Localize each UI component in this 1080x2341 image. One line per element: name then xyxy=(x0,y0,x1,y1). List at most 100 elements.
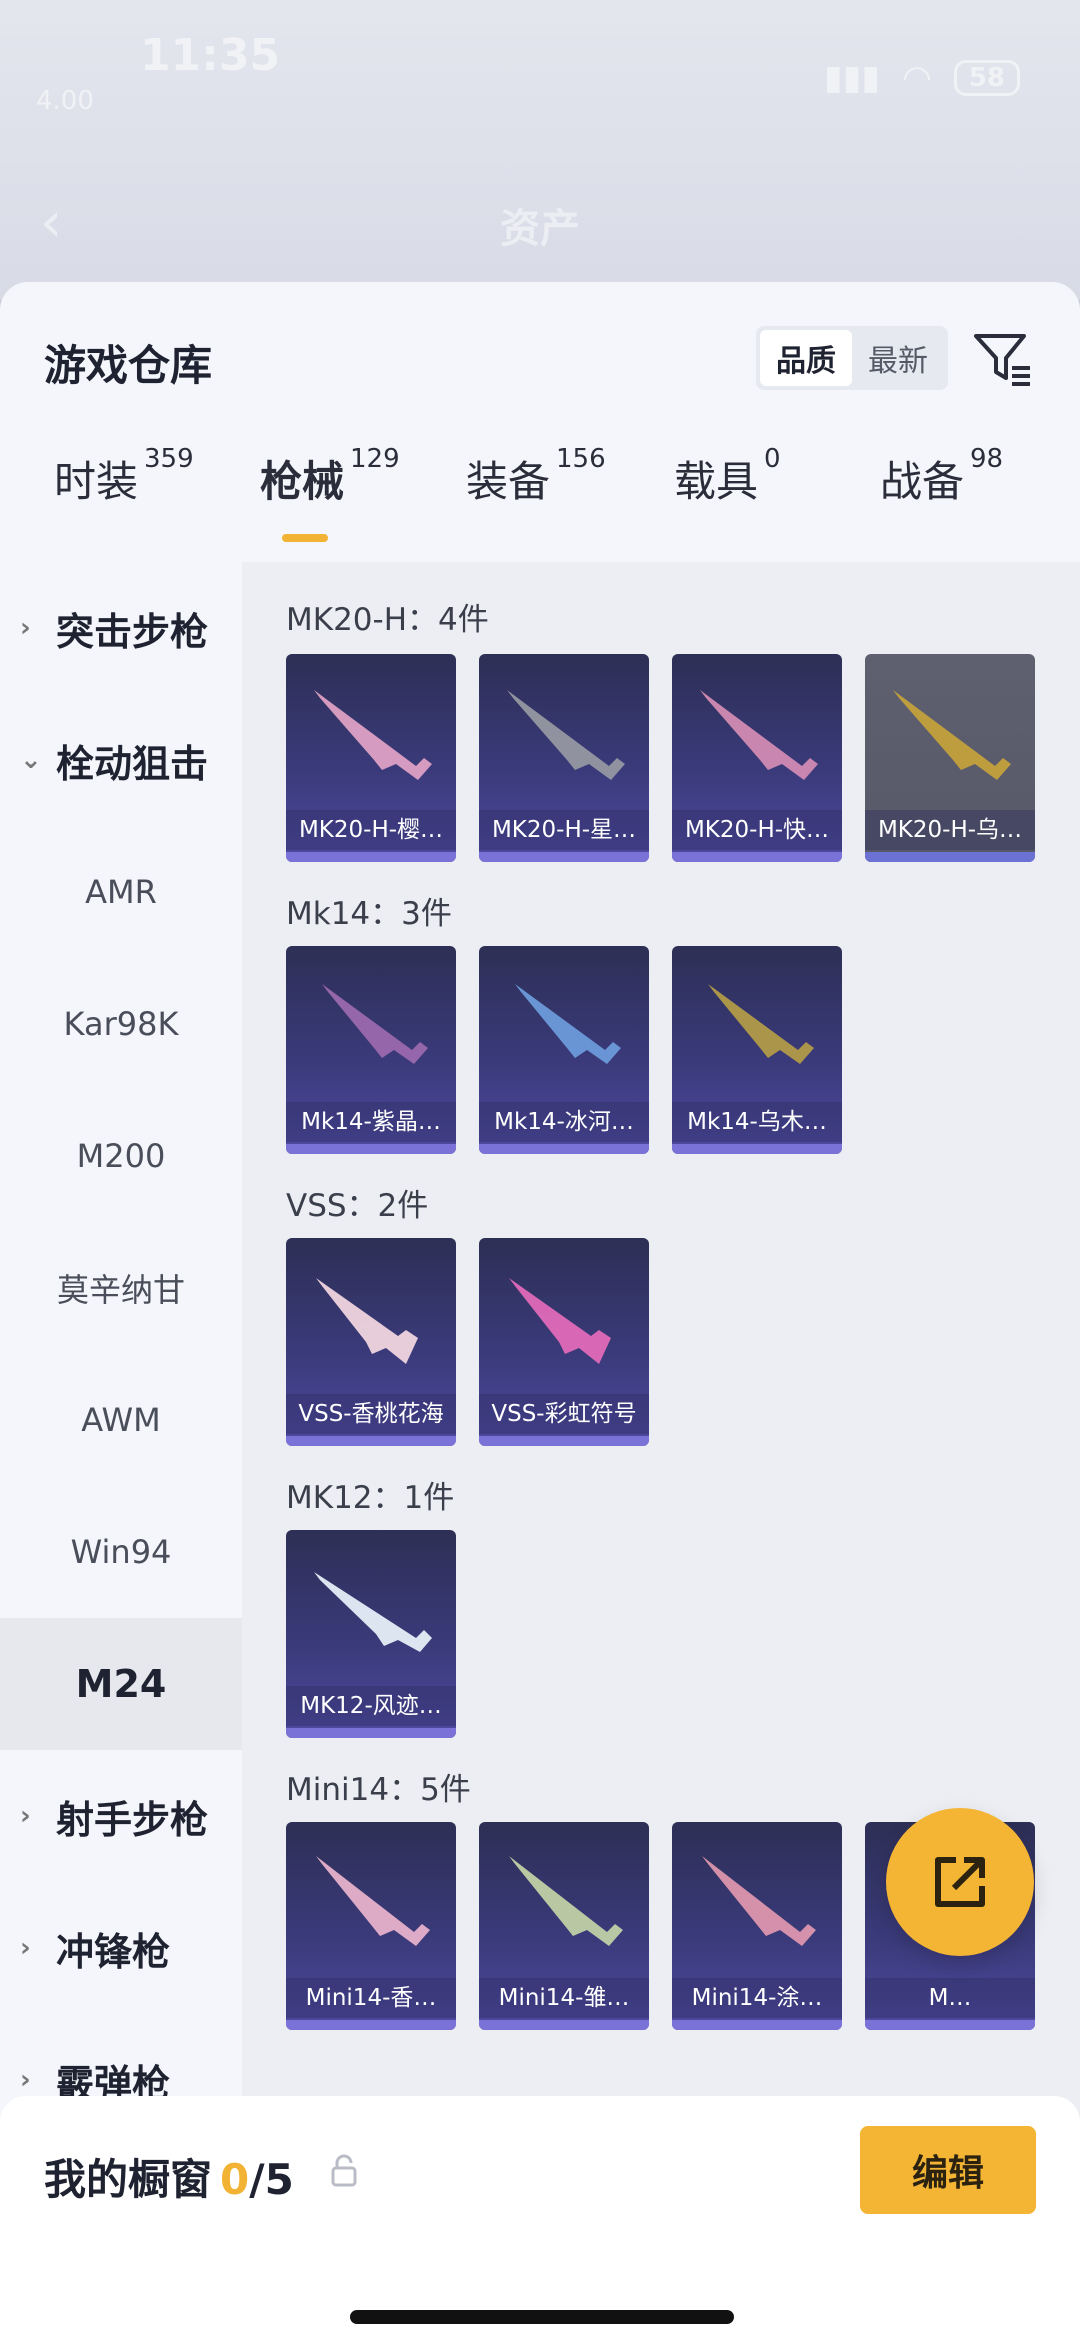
showcase-title: 我的橱窗 xyxy=(44,2155,213,2204)
sidebar-item-assault-rifles[interactable]: › 突击步枪 xyxy=(0,562,242,694)
rifle-icon xyxy=(316,1278,418,1364)
skin-card[interactable]: VSS-香桃花海 xyxy=(286,1238,456,1446)
sidebar-item-label: 冲锋枪 xyxy=(56,1929,171,1974)
rarity-bar xyxy=(865,852,1035,862)
sidebar-item-smg[interactable]: › 冲锋枪 xyxy=(0,1882,242,2014)
group-title: Mk14：3件 xyxy=(286,896,452,932)
filter-icon[interactable] xyxy=(970,326,1034,390)
rarity-bar xyxy=(672,2020,842,2030)
weapon-content: MK20-H：4件 MK20-H-樱… MK20-H-星… MK20-H-快… … xyxy=(242,562,1080,2341)
rarity-bar xyxy=(672,1144,842,1154)
tab-count: 156 xyxy=(556,444,606,474)
rifle-icon xyxy=(509,1856,623,1946)
rifle-icon xyxy=(700,690,818,780)
rifle-icon xyxy=(322,984,428,1064)
status-time: 11:35 xyxy=(140,30,281,81)
sidebar-item-awm[interactable]: AWM xyxy=(0,1354,242,1486)
skin-card[interactable]: Mk14-冰河… xyxy=(479,946,649,1154)
skin-card[interactable]: Mk14-乌木… xyxy=(672,946,842,1154)
skin-name: Mk14-冰河… xyxy=(479,1102,649,1142)
signal-icon: ▮▮▮ xyxy=(824,58,881,98)
chevron-right-icon: › xyxy=(20,1801,31,1831)
status-bar: 11:35 4.00 ▮▮▮ ◠ 58 xyxy=(0,0,1080,130)
warehouse-sheet: 游戏仓库 品质 最新 时装 359 枪械 129 装备 156 载具 0 战备 98 › 突… xyxy=(0,282,1080,2341)
tab-vehicles[interactable]: 载具 0 xyxy=(674,444,781,509)
tab-battle-prep[interactable]: 战备 98 xyxy=(880,444,1003,509)
rifle-icon xyxy=(507,690,625,780)
rarity-bar xyxy=(479,2020,649,2030)
skin-card[interactable]: Mini14-香… xyxy=(286,1822,456,2030)
skin-name: MK20-H-乌… xyxy=(865,810,1035,850)
weapon-sidebar: › 突击步枪 ⌄ 栓动狙击 AMR Kar98K M200 莫辛纳甘 AWM Win… xyxy=(0,562,242,2341)
skin-card[interactable]: Mk14-紫晶… xyxy=(286,946,456,1154)
tab-fashion[interactable]: 时装 359 xyxy=(54,444,194,509)
tab-label: 装备 xyxy=(466,457,551,506)
group-title: VSS：2件 xyxy=(286,1188,429,1224)
tab-equipment[interactable]: 装备 156 xyxy=(466,444,606,509)
sidebar-item-m200[interactable]: M200 xyxy=(0,1090,242,1222)
rifle-icon xyxy=(893,690,1011,780)
rarity-bar xyxy=(479,852,649,862)
skin-name: MK20-H-快… xyxy=(672,810,842,850)
skin-card[interactable]: MK20-H-快… xyxy=(672,654,842,862)
share-icon xyxy=(935,1857,985,1907)
rarity-bar xyxy=(479,1144,649,1154)
sidebar-item-m24[interactable]: M24 xyxy=(0,1618,242,1750)
skin-name: MK20-H-樱… xyxy=(286,810,456,850)
rifle-icon xyxy=(316,1856,430,1946)
rifle-icon xyxy=(515,984,621,1064)
showcase-current: 0 xyxy=(220,2155,250,2204)
tab-count: 0 xyxy=(764,444,781,474)
tab-guns[interactable]: 枪械 129 xyxy=(260,444,400,509)
skin-card[interactable]: Mini14-雏… xyxy=(479,1822,649,2030)
sidebar-item-label: 栓动狙击 xyxy=(56,741,209,786)
lock-icon xyxy=(331,2154,357,2187)
sidebar-item-marksman-rifles[interactable]: › 射手步枪 xyxy=(0,1750,242,1882)
sheet-header: 游戏仓库 品质 最新 xyxy=(0,282,1080,412)
sort-quality-button[interactable]: 品质 xyxy=(760,330,852,386)
skin-card[interactable]: MK20-H-乌… xyxy=(865,654,1035,862)
home-indicator xyxy=(350,2310,734,2324)
chevron-down-icon: ⌄ xyxy=(20,745,42,775)
share-button[interactable] xyxy=(886,1808,1034,1956)
skin-card[interactable]: VSS-彩虹符号 xyxy=(479,1238,649,1446)
rarity-bar xyxy=(672,852,842,862)
nav-title: 资产 xyxy=(500,206,580,252)
sidebar-item-win94[interactable]: Win94 xyxy=(0,1486,242,1618)
tab-label: 战备 xyxy=(880,457,965,506)
sheet-title: 游戏仓库 xyxy=(44,341,213,390)
skin-name: VSS-香桃花海 xyxy=(286,1394,456,1434)
rarity-bar xyxy=(286,1728,456,1738)
tab-label: 枪械 xyxy=(260,457,345,506)
rarity-bar xyxy=(479,1436,649,1446)
sidebar-item-mosin[interactable]: 莫辛纳甘 xyxy=(0,1222,242,1354)
sidebar-item-bolt-snipers[interactable]: ⌄ 栓动狙击 xyxy=(0,694,242,826)
edit-button[interactable]: 编辑 xyxy=(860,2126,1036,2214)
skin-name: Mini14-雏… xyxy=(479,1978,649,2018)
network-speed: 4.00 xyxy=(36,86,94,116)
rifle-icon xyxy=(314,690,432,780)
tab-count: 129 xyxy=(350,444,400,474)
sort-newest-button[interactable]: 最新 xyxy=(852,330,944,386)
top-nav: ‹ 资产 xyxy=(0,170,1080,280)
tab-label: 载具 xyxy=(674,457,759,506)
sidebar-item-amr[interactable]: AMR xyxy=(0,826,242,958)
group-title: Mini14：5件 xyxy=(286,1772,471,1808)
chevron-right-icon: › xyxy=(20,613,31,643)
skin-card[interactable]: MK12-风迹… xyxy=(286,1530,456,1738)
sidebar-item-kar98k[interactable]: Kar98K xyxy=(0,958,242,1090)
sort-toggle: 品质 最新 xyxy=(756,326,948,390)
skin-card[interactable]: Mini14-涂… xyxy=(672,1822,842,2030)
system-icons: ▮▮▮ ◠ 58 xyxy=(824,58,1020,98)
rifle-icon xyxy=(708,984,814,1064)
category-tabs: 时装 359 枪械 129 装备 156 载具 0 战备 98 xyxy=(0,432,1080,542)
skin-name: VSS-彩虹符号 xyxy=(479,1394,649,1434)
wifi-icon: ◠ xyxy=(902,58,932,98)
showcase-bar: 我的橱窗 0 /5 编辑 xyxy=(0,2096,1080,2341)
rarity-bar xyxy=(286,2020,456,2030)
showcase-label: 我的橱窗 0 /5 xyxy=(44,2146,294,2207)
battery-icon: 58 xyxy=(953,60,1020,96)
tab-count: 359 xyxy=(144,444,194,474)
skin-card[interactable]: MK20-H-星… xyxy=(479,654,649,862)
skin-card[interactable]: MK20-H-樱… xyxy=(286,654,456,862)
